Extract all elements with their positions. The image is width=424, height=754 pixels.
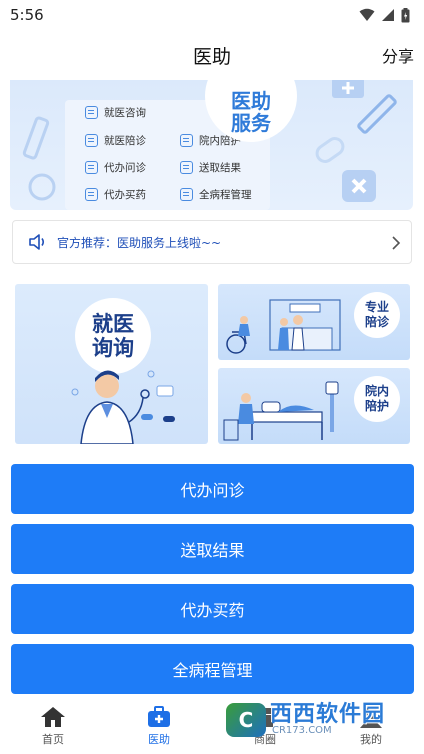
escort-line2: 陪诊 <box>364 315 389 329</box>
service-banner[interactable]: 就医咨询 就医陪诊 院内陪护 代办问诊 送取结果 代办买药 全病程管理 医助 服… <box>10 80 413 210</box>
share-button[interactable]: 分享 <box>382 43 414 67</box>
service-item[interactable]: 就医陪诊 <box>85 133 146 148</box>
service-label: 代办买药 <box>104 189 146 201</box>
care-line1: 院内 <box>364 384 389 398</box>
hospital-escort-illustration <box>226 299 341 354</box>
battery-icon <box>401 7 410 22</box>
chat-icon <box>85 106 98 119</box>
service-label: 就医陪诊 <box>104 135 146 147</box>
hospital-bed-illustration <box>223 381 339 441</box>
watermark-sub: CR173.COM <box>272 725 332 736</box>
watermark-logo-icon: C <box>226 703 266 737</box>
service-label: 送取结果 <box>199 162 241 174</box>
action-button-result-pickup[interactable]: 送取结果 <box>11 524 414 574</box>
service-item[interactable]: 代办问诊 <box>85 160 146 175</box>
nav-label: 医助 <box>148 732 170 746</box>
care-card-label: 院内 陪护 <box>354 376 400 422</box>
chevron-right-icon <box>392 236 401 250</box>
site-watermark: C 西西软件园 CR173.COM <box>226 700 406 740</box>
service-item[interactable]: 送取结果 <box>180 160 241 175</box>
page-title: 医助 <box>192 45 231 68</box>
service-label: 代办问诊 <box>104 162 146 174</box>
service-item[interactable]: 代办买药 <box>85 187 146 202</box>
status-bar: 5:56 <box>0 0 424 30</box>
status-time: 5:56 <box>10 6 44 24</box>
nav-label: 首页 <box>42 732 64 746</box>
care-card[interactable]: 院内 陪护 <box>218 368 410 444</box>
service-item[interactable]: 全病程管理 <box>180 187 252 202</box>
signal-icon <box>382 9 394 21</box>
nav-item-home[interactable]: 首页 <box>0 698 106 754</box>
list-icon <box>85 134 98 147</box>
pill-icon <box>85 188 98 201</box>
service-label: 全病程管理 <box>199 189 252 201</box>
action-button-consult-proxy[interactable]: 代办问诊 <box>11 464 414 514</box>
notice-text: 官方推荐：医助服务上线啦~~ <box>57 235 222 250</box>
notice-bar[interactable]: 官方推荐：医助服务上线啦~~ <box>12 220 412 264</box>
consult-line2: 询询 <box>92 336 134 360</box>
consult-line1: 就医 <box>92 312 134 336</box>
app-header: 医助 分享 <box>0 30 424 80</box>
plus-cross-icon <box>180 134 193 147</box>
nav-item-medical[interactable]: 医助 <box>106 698 212 754</box>
service-label: 就医咨询 <box>104 107 146 119</box>
banner-title-line1: 医助 <box>231 89 271 113</box>
banner-title-line2: 服务 <box>231 111 271 135</box>
bag-icon <box>180 161 193 174</box>
doctor-illustration <box>71 370 175 444</box>
syringe-icon <box>22 116 50 160</box>
wifi-icon <box>359 8 375 21</box>
document-icon <box>85 161 98 174</box>
speaker-icon <box>29 234 45 250</box>
consult-card-label: 就医 询询 <box>75 298 151 374</box>
action-button-full-course[interactable]: 全病程管理 <box>11 644 414 694</box>
watermark-main: 西西软件园 <box>270 702 386 727</box>
consult-card[interactable]: 就医 询询 <box>15 284 208 444</box>
pill-icon <box>28 173 56 201</box>
escort-card-label: 专业 陪诊 <box>354 292 400 338</box>
first-aid-icon <box>342 170 376 202</box>
medical-box-icon <box>332 80 364 98</box>
care-line2: 陪护 <box>364 399 389 413</box>
medical-kit-icon <box>148 705 170 727</box>
escort-line1: 专业 <box>364 300 389 314</box>
escort-card[interactable]: 专业 陪诊 <box>218 284 410 360</box>
service-item[interactable]: 就医咨询 <box>85 105 146 120</box>
action-button-medicine-proxy[interactable]: 代办买药 <box>11 584 414 634</box>
heart-monitor-icon <box>180 188 193 201</box>
bandage-icon <box>315 137 345 163</box>
home-icon <box>41 706 65 727</box>
status-icons <box>359 7 410 23</box>
